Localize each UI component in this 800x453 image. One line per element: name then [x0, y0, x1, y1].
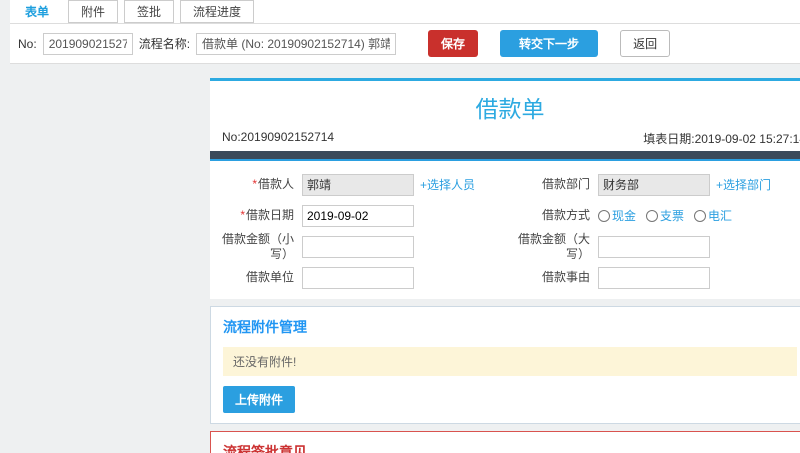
loan-unit-label: 借款单位	[245, 270, 294, 284]
approval-title: 流程签批意见	[223, 444, 307, 453]
divider-bar	[210, 151, 800, 161]
action-toolbar: No: 流程名称: 保存 转交下一步 返回	[10, 24, 800, 64]
radio-wire[interactable]: 电汇	[694, 207, 732, 224]
process-name-label: 流程名称:	[138, 37, 191, 51]
amount-big-input[interactable]	[598, 235, 710, 258]
cheque-radio[interactable]	[646, 209, 659, 222]
amount-small-label: 借款金额（小写）	[221, 231, 294, 261]
page-title: 借款单	[475, 96, 545, 122]
loan-unit-input[interactable]	[302, 266, 414, 289]
radio-cash[interactable]: 现金	[598, 207, 636, 224]
loan-method-label: 借款方式	[541, 208, 590, 222]
attachments-panel: 流程附件管理 还没有附件! 上传附件	[210, 306, 800, 424]
field-loan-date: *借款日期	[214, 200, 510, 231]
amount-big-label: 借款金额（大写）	[517, 231, 590, 261]
field-reason: 借款事由	[510, 262, 800, 293]
back-button[interactable]: 返回	[620, 30, 671, 57]
tab-approval[interactable]: 签批	[124, 0, 175, 23]
tab-attachments[interactable]: 附件	[68, 0, 119, 23]
field-amount-big: 借款金额（大写）	[510, 231, 800, 262]
approval-panel: 流程签批意见 B I abc ✎ ⚑ ⚑ 1≡ •≡ ⇤ ⇥ ❝ 样式	[210, 431, 800, 453]
wire-radio[interactable]	[694, 209, 707, 222]
process-name-input[interactable]	[196, 32, 397, 55]
department-label: 借款部门	[541, 177, 590, 191]
field-amount-small: 借款金额（小写）	[214, 231, 510, 262]
borrower-input[interactable]	[302, 173, 414, 196]
content-area: 借款单 No:20190902152714 填表日期:2019-09-02 15…	[210, 78, 800, 453]
field-loan-method: 借款方式 现金 支票 电汇	[510, 200, 800, 231]
wire-radio-label: 电汇	[708, 209, 733, 223]
required-mark: *	[240, 208, 245, 222]
cash-radio[interactable]	[598, 209, 610, 222]
tab-bar: 表单 附件 签批 流程进度	[10, 0, 800, 24]
loan-form-panel: 借款单 No:20190902152714 填表日期:2019-09-02 15…	[210, 78, 800, 299]
field-borrower: *借款人 +选择人员	[214, 169, 510, 200]
radio-cheque[interactable]: 支票	[646, 207, 684, 224]
required-mark: *	[252, 177, 257, 191]
loan-reason-label: 借款事由	[541, 270, 590, 284]
loan-date-input[interactable]	[302, 204, 414, 227]
tab-form[interactable]: 表单	[12, 0, 63, 23]
cash-radio-label: 现金	[612, 209, 637, 223]
no-input[interactable]	[42, 32, 133, 55]
attachments-title: 流程附件管理	[223, 319, 307, 335]
field-unit: 借款单位	[214, 262, 510, 293]
top-bars: 表单 附件 签批 流程进度 No: 流程名称: 保存 转交下一步 返回	[10, 0, 800, 64]
no-label: No:	[18, 36, 37, 51]
form-fields-grid: *借款人 +选择人员 借款部门 +选择部门 *借款日期 借款方式 现金	[210, 161, 800, 295]
form-date-text: 填表日期:2019-09-02 15:27:14	[643, 132, 800, 146]
amount-small-input[interactable]	[302, 235, 414, 258]
upload-attachment-button[interactable]: 上传附件	[223, 386, 296, 413]
department-input[interactable]	[598, 173, 710, 196]
loan-reason-input[interactable]	[598, 266, 710, 289]
no-attachments-notice: 还没有附件!	[223, 347, 797, 376]
select-person-link[interactable]: +选择人员	[420, 176, 475, 193]
loan-date-label: *借款日期	[240, 208, 294, 222]
form-meta-row: No:20190902152714 填表日期:2019-09-02 15:27:…	[210, 130, 800, 151]
field-department: 借款部门 +选择部门	[510, 169, 800, 200]
tab-process-progress[interactable]: 流程进度	[180, 0, 255, 23]
save-button[interactable]: 保存	[428, 30, 479, 57]
cheque-radio-label: 支票	[660, 209, 685, 223]
select-department-link[interactable]: +选择部门	[716, 176, 771, 193]
forward-next-step-button[interactable]: 转交下一步	[500, 30, 599, 57]
form-no-text: No:20190902152714	[222, 130, 335, 144]
borrower-label: *借款人	[252, 177, 294, 191]
loan-method-radio-group: 现金 支票 电汇	[598, 207, 732, 224]
